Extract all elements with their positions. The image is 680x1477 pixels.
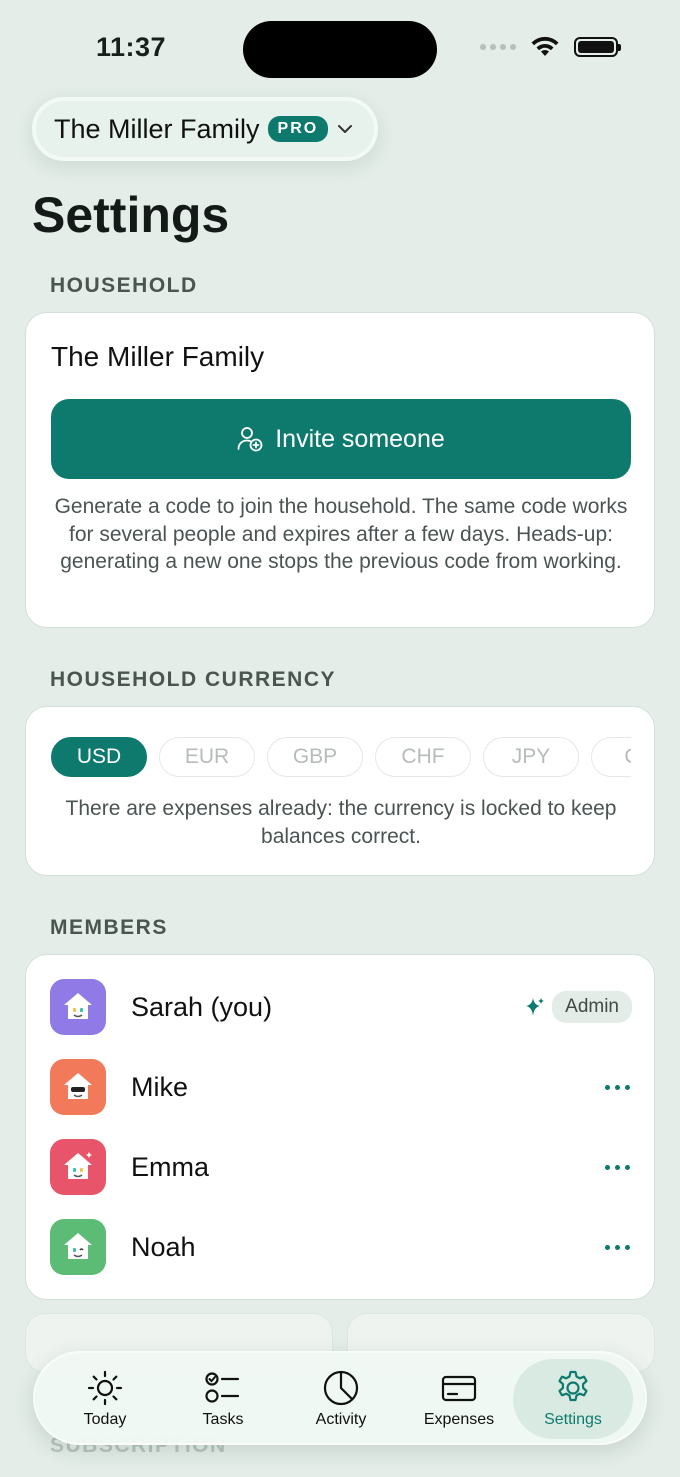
member-row[interactable]: Emma (26, 1127, 656, 1207)
tab-settings[interactable]: Settings (513, 1359, 633, 1439)
more-options-icon[interactable] (605, 1164, 630, 1170)
house-face-icon (64, 993, 92, 1019)
sparkle-icon (526, 998, 544, 1016)
add-person-icon (237, 427, 263, 452)
household-card: The Miller Family Invite someone Generat… (25, 312, 655, 628)
house-face-icon (64, 1233, 92, 1259)
dynamic-island (243, 21, 437, 78)
tab-activity[interactable]: Activity (281, 1359, 401, 1439)
house-face-icon (64, 1073, 92, 1099)
card-icon (441, 1375, 477, 1402)
admin-badge: Admin (552, 991, 632, 1023)
tab-expenses[interactable]: Expenses (399, 1359, 519, 1439)
tab-label: Tasks (202, 1411, 244, 1428)
members-card: Sarah (you) Admin Mike Emma Noah (25, 954, 655, 1300)
member-name: Noah (131, 1231, 196, 1262)
member-row[interactable]: Sarah (you) Admin (26, 967, 656, 1047)
member-name: Emma (131, 1151, 210, 1182)
currency-chip-ca[interactable]: CA (591, 737, 631, 777)
avatar (50, 979, 106, 1035)
currency-chip-jpy[interactable]: JPY (483, 737, 579, 777)
more-options-icon[interactable] (605, 1084, 630, 1090)
members-section-label: MEMBERS (50, 916, 168, 939)
avatar (50, 1059, 106, 1115)
avatar (50, 1139, 106, 1195)
member-name: Mike (131, 1071, 189, 1102)
tab-today[interactable]: Today (45, 1359, 165, 1439)
cellular-signal-icon (480, 44, 516, 50)
currency-chip-chf[interactable]: CHF (375, 737, 471, 777)
tab-label: Expenses (423, 1411, 495, 1428)
currency-card: USD EUR GBP CHF JPY CA There are expense… (25, 706, 655, 876)
currency-chip-eur[interactable]: EUR (159, 737, 255, 777)
house-face-icon (64, 1152, 92, 1179)
tab-label: Today (83, 1411, 127, 1428)
tab-tasks[interactable]: Tasks (163, 1359, 283, 1439)
currency-chip-usd[interactable]: USD (51, 737, 147, 777)
member-row[interactable]: Mike (26, 1047, 656, 1127)
battery-icon (574, 37, 621, 57)
tab-label: Settings (544, 1411, 602, 1428)
sun-icon (87, 1370, 123, 1406)
member-name: Sarah (you) (131, 991, 273, 1022)
wifi-icon (531, 36, 559, 56)
currency-section-label: HOUSEHOLD CURRENCY (50, 668, 337, 691)
checklist-icon (205, 1372, 240, 1403)
more-options-icon[interactable] (605, 1244, 630, 1250)
household-name: The Miller Family (51, 341, 265, 372)
pro-badge: PRO (267, 116, 329, 142)
household-section-label: HOUSEHOLD (50, 274, 198, 297)
status-indicators (480, 36, 621, 58)
tab-bar: Today Tasks Activity Expenses Settings (33, 1351, 647, 1445)
tab-label: Activity (315, 1411, 367, 1428)
status-time: 11:37 (96, 32, 167, 62)
currency-chip-row[interactable]: USD EUR GBP CHF JPY CA (51, 737, 631, 779)
avatar (50, 1219, 106, 1275)
page-title: Settings (32, 187, 230, 243)
currency-locked-note: There are expenses already: the currency… (65, 797, 617, 848)
household-switcher-name: The Miller Family (54, 113, 260, 144)
invite-help-text: Generate a code to join the household. T… (54, 495, 628, 573)
member-row[interactable]: Noah (26, 1207, 656, 1287)
gear-icon (558, 1370, 588, 1402)
invite-button-label: Invite someone (275, 424, 445, 453)
currency-chip-gbp[interactable]: GBP (267, 737, 363, 777)
pie-chart-icon (323, 1370, 359, 1406)
chevron-down-icon (338, 125, 353, 133)
invite-button[interactable]: Invite someone (51, 399, 631, 479)
household-switcher[interactable]: The Miller Family PRO (32, 97, 379, 161)
